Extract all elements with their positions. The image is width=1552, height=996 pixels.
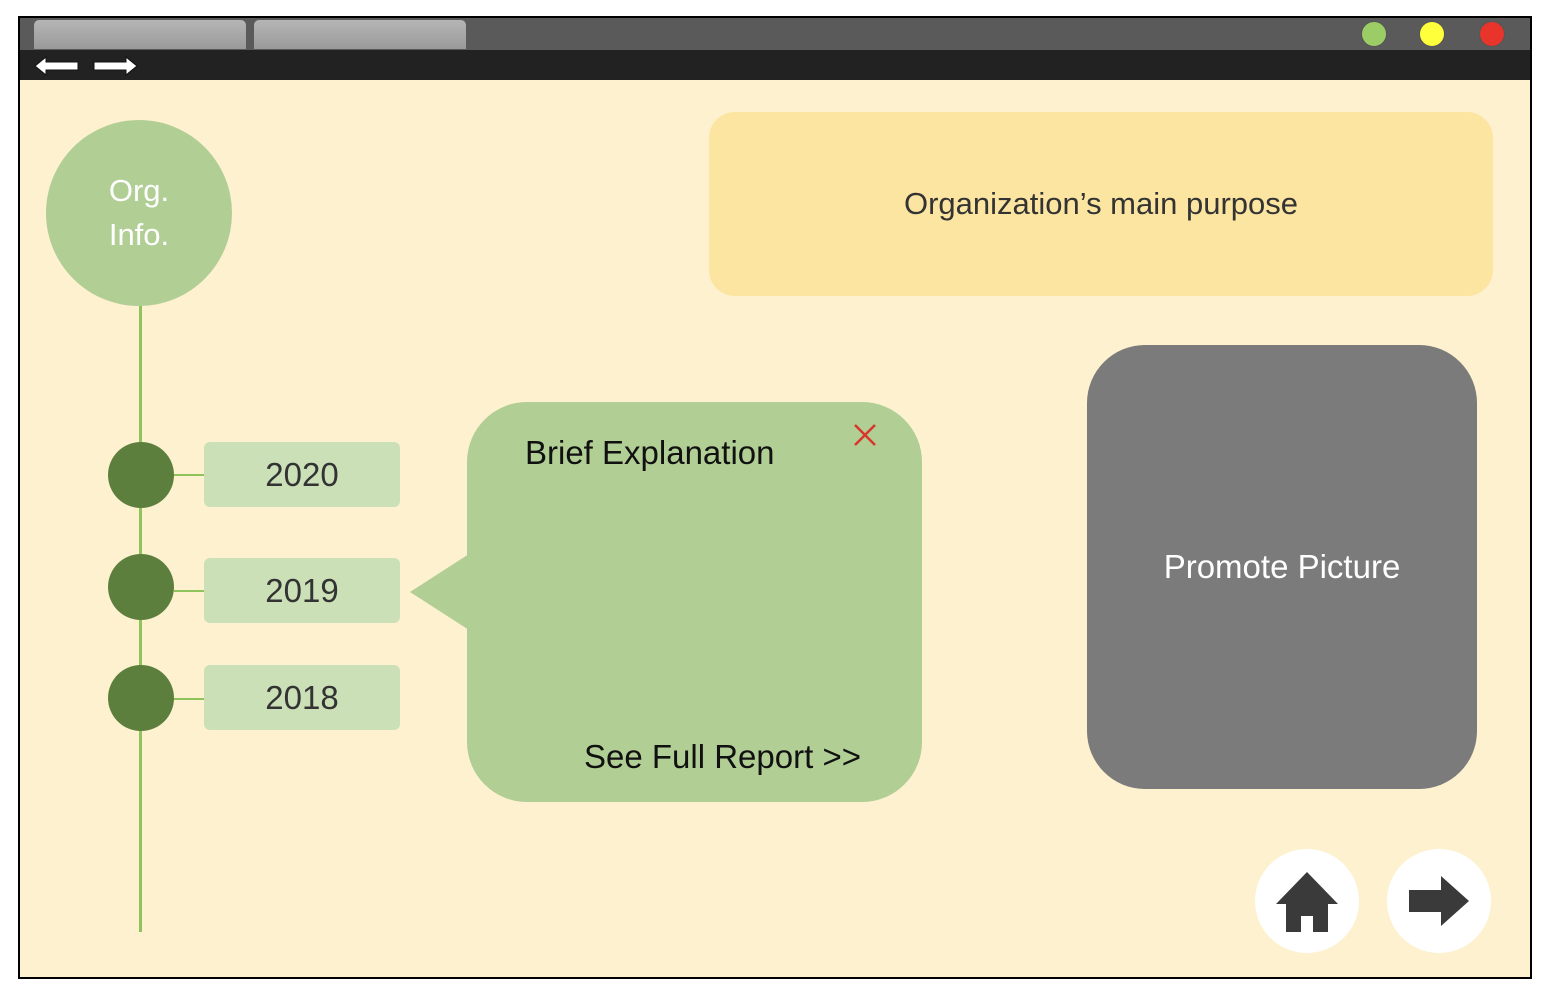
- org-info-circle[interactable]: Org. Info.: [46, 120, 232, 306]
- browser-window: Org. Info. 2020 2019 2018 Organization’s…: [18, 16, 1532, 979]
- explanation-card: Brief Explanation See Full Report >>: [467, 402, 922, 802]
- main-purpose-box: Organization’s main purpose: [709, 112, 1493, 296]
- arrow-right-icon: [1409, 876, 1469, 926]
- arrow-right-icon[interactable]: [92, 56, 138, 76]
- year-button-2019[interactable]: 2019: [204, 558, 400, 623]
- year-button-2018[interactable]: 2018: [204, 665, 400, 730]
- callout-pointer: [410, 554, 469, 630]
- maximize-button[interactable]: [1419, 21, 1445, 47]
- close-window-button[interactable]: [1479, 21, 1505, 47]
- timeline-node-2018[interactable]: [108, 665, 174, 731]
- year-button-2020[interactable]: 2020: [204, 442, 400, 507]
- promote-picture: Promote Picture: [1087, 345, 1477, 789]
- see-full-report-link[interactable]: See Full Report >>: [584, 738, 861, 776]
- timeline-connector: [174, 590, 204, 592]
- timeline-connector: [174, 474, 204, 476]
- timeline-node-2020[interactable]: [108, 442, 174, 508]
- next-button[interactable]: [1387, 849, 1491, 953]
- timeline-node-2019[interactable]: [108, 554, 174, 620]
- tab-bar: [20, 18, 1530, 50]
- explanation-popup: Brief Explanation See Full Report >>: [410, 402, 922, 802]
- navigation-bar: [20, 50, 1530, 80]
- timeline-connector: [174, 698, 204, 700]
- home-icon: [1276, 872, 1338, 932]
- close-icon[interactable]: [850, 420, 880, 450]
- home-button[interactable]: [1255, 849, 1359, 953]
- explanation-title: Brief Explanation: [525, 434, 775, 471]
- arrow-left-icon[interactable]: [34, 56, 80, 76]
- browser-tab-2[interactable]: [254, 20, 466, 49]
- browser-tab-1[interactable]: [34, 20, 246, 49]
- minimize-button[interactable]: [1361, 21, 1387, 47]
